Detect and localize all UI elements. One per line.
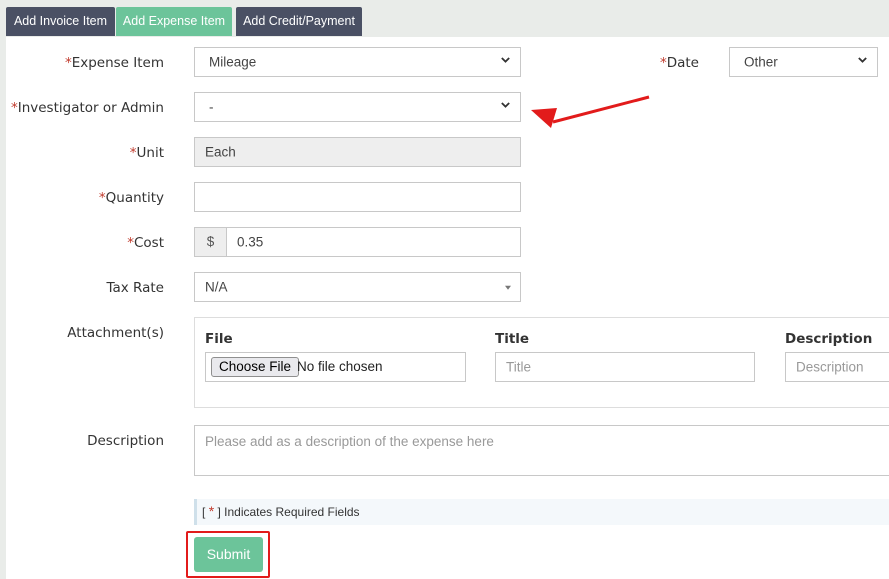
- description-textarea-placeholder: Please add as a description of the expen…: [205, 434, 494, 449]
- tab-add-expense-item[interactable]: Add Expense Item: [116, 7, 232, 36]
- investigator-label: *Investigator or Admin: [11, 100, 164, 116]
- required-marker: *: [659, 55, 667, 71]
- description-label-text: Description: [87, 433, 164, 449]
- caret-down-icon: [505, 285, 511, 290]
- file-input[interactable]: Choose File No file chosen: [205, 352, 466, 382]
- required-marker: *: [127, 235, 134, 251]
- note-text: ] Indicates Required Fields: [217, 505, 360, 519]
- unit-label-text: Unit: [136, 145, 164, 161]
- required-fields-note: [ * ] Indicates Required Fields: [194, 499, 889, 525]
- unit-label: *Unit: [130, 145, 164, 161]
- date-select[interactable]: Other: [729, 47, 878, 77]
- date-label-text: Date: [666, 55, 699, 71]
- attachments-label: Attachment(s): [67, 325, 164, 341]
- tab-add-invoice-item[interactable]: Add Invoice Item: [6, 7, 115, 36]
- description-textarea[interactable]: Please add as a description of the expen…: [194, 425, 889, 476]
- tax-rate-select[interactable]: N/A: [194, 272, 521, 302]
- investigator-label-text: Investigator or Admin: [17, 100, 164, 116]
- expense-item-label: *Expense Item: [65, 55, 164, 71]
- chevron-down-icon: [501, 102, 510, 108]
- attachments-label-text: Attachment(s): [67, 325, 164, 341]
- required-marker: *: [98, 190, 106, 206]
- title-placeholder: Title: [506, 359, 532, 375]
- required-marker: *: [129, 145, 137, 161]
- unit-value: Each: [205, 144, 236, 160]
- currency-addon: $: [194, 227, 227, 257]
- description-label: Description: [87, 433, 164, 449]
- expense-item-value: Mileage: [209, 54, 257, 70]
- cost-label-text: Cost: [133, 235, 164, 251]
- required-marker: *: [64, 55, 72, 71]
- investigator-value: -: [209, 99, 214, 115]
- attachment-title-input[interactable]: Title: [495, 352, 755, 382]
- note-open-bracket: [: [202, 505, 206, 519]
- investigator-select[interactable]: -: [194, 92, 521, 122]
- quantity-label: *Quantity: [99, 190, 164, 206]
- date-label: *Date: [660, 55, 699, 71]
- expense-form-panel: *Expense Item Mileage *Date Other *Inves…: [6, 37, 889, 579]
- quantity-label-text: Quantity: [105, 190, 164, 206]
- chevron-down-icon: [501, 57, 510, 63]
- cost-input[interactable]: 0.35: [226, 227, 521, 257]
- attachment-description-input[interactable]: Description: [785, 352, 889, 382]
- date-value: Other: [744, 54, 778, 70]
- tab-add-credit-payment[interactable]: Add Credit/Payment: [236, 7, 362, 36]
- required-marker: *: [10, 100, 18, 116]
- tax-rate-label: Tax Rate: [106, 280, 164, 296]
- description-placeholder: Description: [796, 359, 864, 375]
- expense-item-label-text: Expense Item: [71, 55, 164, 71]
- unit-field: Each: [194, 137, 521, 167]
- red-arrow-icon: [531, 95, 650, 128]
- choose-file-button[interactable]: Choose File: [211, 357, 300, 377]
- title-column-header: Title: [495, 331, 530, 347]
- file-column-header: File: [205, 331, 233, 347]
- tax-rate-value: N/A: [205, 279, 228, 295]
- expense-item-select[interactable]: Mileage: [194, 47, 521, 77]
- quantity-input[interactable]: [194, 182, 521, 212]
- description-column-header: Description: [785, 331, 873, 347]
- no-file-text: No file chosen: [297, 359, 383, 374]
- cost-label: *Cost: [127, 235, 164, 251]
- attachments-box: File Title Description Choose File No fi…: [194, 317, 889, 408]
- note-required-star: *: [208, 503, 215, 519]
- tax-rate-label-text: Tax Rate: [106, 280, 164, 296]
- cost-value: 0.35: [237, 234, 264, 250]
- chevron-down-icon: [858, 57, 867, 63]
- submit-button[interactable]: Submit: [194, 537, 263, 572]
